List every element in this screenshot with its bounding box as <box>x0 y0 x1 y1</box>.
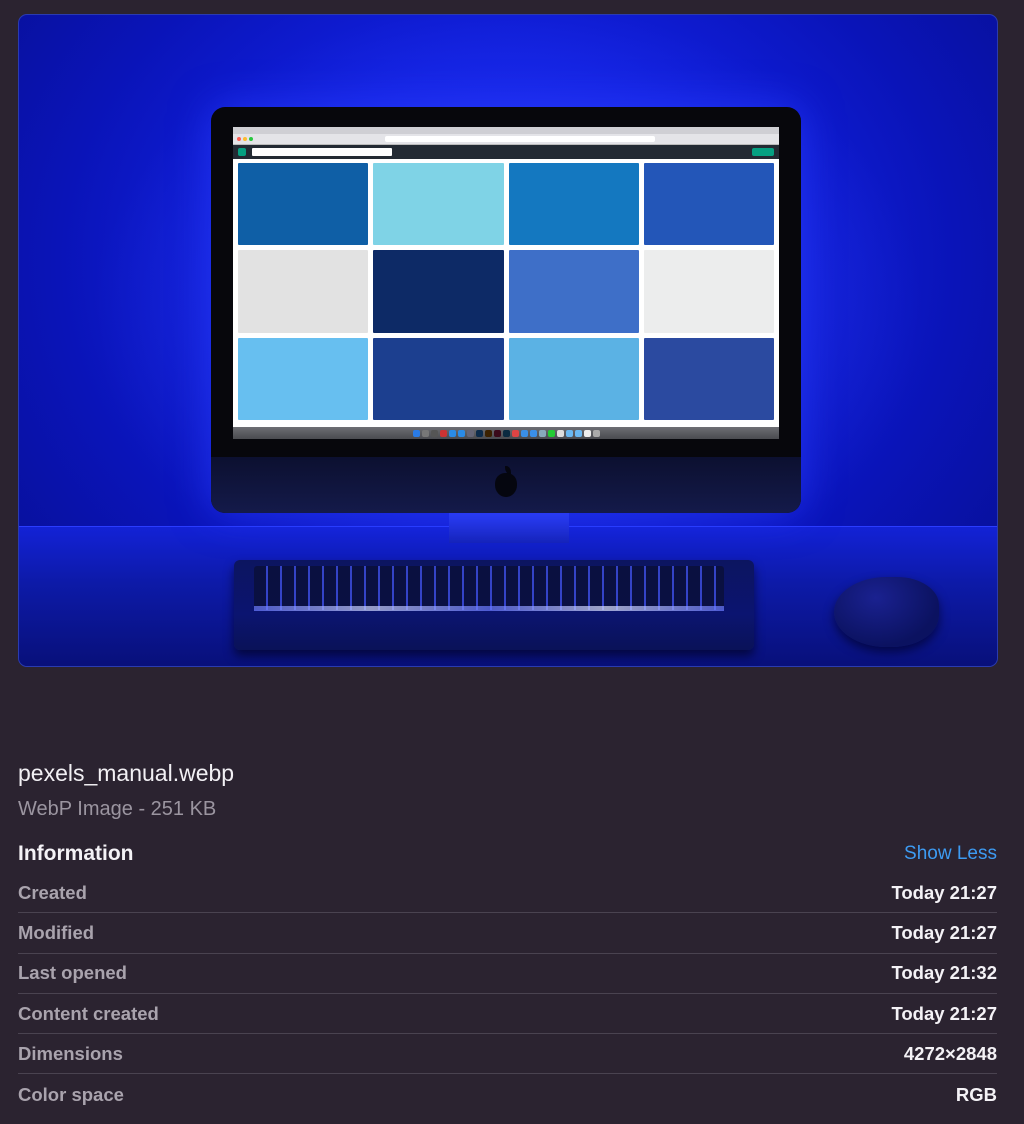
info-value: Today 21:27 <box>891 881 997 903</box>
screen-photo-tile <box>238 163 369 246</box>
screen-photo-tile <box>238 250 369 333</box>
monitor-stand <box>449 513 569 543</box>
dock-app-icon <box>466 429 474 437</box>
dock-app-icon <box>475 429 483 437</box>
dock-app-icon <box>448 429 456 437</box>
zoom-dot-icon <box>249 137 253 141</box>
close-dot-icon <box>237 137 241 141</box>
dock-app-icon <box>430 429 438 437</box>
information-list: Created Today 21:27 Modified Today 21:27… <box>18 873 997 1115</box>
file-name: pexels_manual.webp <box>18 760 235 786</box>
info-value: 4272×2848 <box>903 1042 997 1064</box>
info-label: Modified <box>18 921 95 943</box>
dock-app-icon <box>538 429 546 437</box>
info-label: Content created <box>18 1002 159 1024</box>
dock-app-icon <box>520 429 528 437</box>
dock-app-icon <box>421 429 429 437</box>
info-label: Color space <box>18 1083 124 1105</box>
dock-app-icon <box>556 429 564 437</box>
site-logo-icon <box>238 148 246 156</box>
screen-photo-tile <box>373 250 504 333</box>
info-label: Dimensions <box>18 1042 123 1064</box>
screen-photo-grid <box>233 159 779 424</box>
dock-app-icon <box>493 429 501 437</box>
minimize-dot-icon <box>243 137 247 141</box>
info-row-created: Created Today 21:27 <box>18 873 997 914</box>
mouse <box>834 577 939 647</box>
image-preview[interactable] <box>18 14 998 667</box>
screen-search-bar <box>252 148 392 156</box>
screen-photo-tile <box>373 163 504 246</box>
dock-app-icon <box>457 429 465 437</box>
file-info-panel: pexels_manual.webp WebP Image - 251 KB I… <box>0 0 1024 1124</box>
keyboard <box>234 560 754 650</box>
show-less-button[interactable]: Show Less <box>904 843 997 865</box>
screen-photo-tile <box>508 250 639 333</box>
keyboard-keys <box>254 566 724 610</box>
info-row-last-opened: Last opened Today 21:32 <box>18 954 997 994</box>
imac-monitor <box>211 107 801 513</box>
screen-browser-toolbar <box>233 134 779 145</box>
dock-app-icon <box>502 429 510 437</box>
file-kind-size: WebP Image - 251 KB <box>18 798 217 820</box>
dock-app-icon <box>583 429 591 437</box>
screen-menubar <box>233 127 779 134</box>
info-value: RGB <box>955 1083 997 1105</box>
screen-url-bar <box>385 136 655 142</box>
dock-app-icon <box>439 429 447 437</box>
info-row-dimensions: Dimensions 4272×2848 <box>18 1034 997 1075</box>
screen-photo-tile <box>373 337 504 420</box>
screen-photo-tile <box>643 163 774 246</box>
dock-app-icon <box>565 429 573 437</box>
dock-app-icon <box>511 429 519 437</box>
screen-photo-tile <box>238 337 369 420</box>
info-label: Last opened <box>18 962 127 984</box>
info-row-color-space: Color space RGB <box>18 1074 997 1114</box>
screen-photo-tile <box>508 163 639 246</box>
info-value: Today 21:32 <box>891 962 997 984</box>
dock-app-icon <box>592 429 600 437</box>
info-row-modified: Modified Today 21:27 <box>18 913 997 954</box>
information-header: Information Show Less <box>18 840 997 868</box>
information-title: Information <box>18 842 134 865</box>
keyboard-backlight <box>254 606 724 611</box>
screen-photo-tile <box>643 337 774 420</box>
screen-dock <box>233 427 779 439</box>
screen-join-button <box>752 148 774 156</box>
dock-app-icon <box>529 429 537 437</box>
dock-app-icon <box>412 429 420 437</box>
dock-app-icon <box>484 429 492 437</box>
dock-app-icon <box>574 429 582 437</box>
info-value: Today 21:27 <box>891 921 997 943</box>
apple-logo-icon <box>495 466 517 497</box>
dock-app-icon <box>547 429 555 437</box>
screen-photo-tile <box>643 250 774 333</box>
info-value: Today 21:27 <box>891 1002 997 1024</box>
info-label: Created <box>18 881 87 903</box>
info-row-content-created: Content created Today 21:27 <box>18 994 997 1035</box>
screen-site-header <box>233 145 779 159</box>
screen-photo-tile <box>508 337 639 420</box>
monitor-screen <box>233 127 779 439</box>
monitor-chin <box>211 457 801 513</box>
